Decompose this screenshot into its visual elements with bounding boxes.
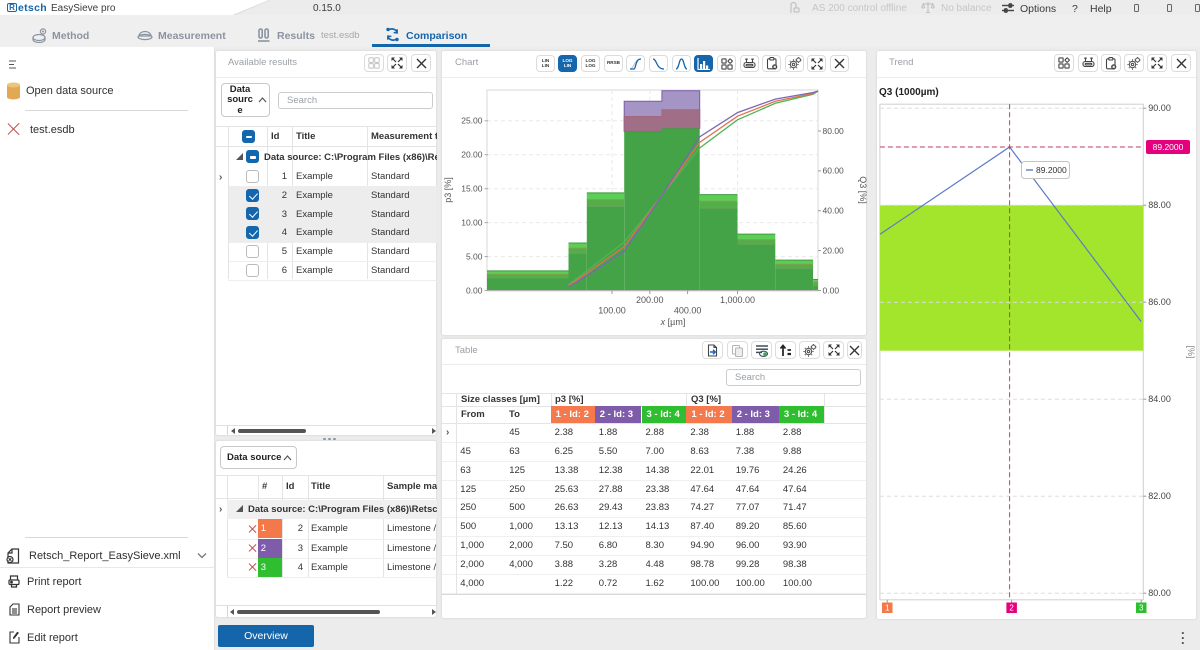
svg-text:100.00: 100.00: [598, 306, 626, 316]
svg-text:[%]: [%]: [1186, 345, 1196, 358]
svg-text:82.00: 82.00: [1148, 491, 1171, 501]
svg-text:10.00: 10.00: [461, 217, 483, 227]
svg-text:0.00: 0.00: [823, 285, 840, 295]
svg-text:60.00: 60.00: [823, 166, 845, 176]
svg-text:15.00: 15.00: [461, 184, 483, 194]
svg-text:89.2000: 89.2000: [1036, 165, 1067, 175]
svg-text:80.00: 80.00: [1148, 588, 1171, 598]
svg-text:86.00: 86.00: [1148, 297, 1171, 307]
svg-text:90.00: 90.00: [1148, 103, 1171, 113]
svg-text:1,000.00: 1,000.00: [720, 295, 755, 305]
svg-text:2: 2: [1009, 604, 1014, 613]
svg-text:40.00: 40.00: [823, 206, 845, 216]
svg-text:20.00: 20.00: [461, 150, 483, 160]
svg-text:400.00: 400.00: [674, 306, 702, 316]
svg-text:1: 1: [885, 604, 890, 613]
svg-text:5.00: 5.00: [466, 251, 483, 261]
svg-text:88.00: 88.00: [1148, 200, 1171, 210]
svg-text:x [µm]: x [µm]: [660, 317, 686, 327]
svg-text:80.00: 80.00: [823, 126, 845, 136]
svg-text:0.00: 0.00: [466, 285, 483, 295]
svg-text:p3 [%]: p3 [%]: [443, 177, 453, 203]
svg-text:20.00: 20.00: [823, 245, 845, 255]
svg-text:25.00: 25.00: [461, 116, 483, 126]
svg-text:3: 3: [1139, 604, 1144, 613]
svg-text:84.00: 84.00: [1148, 394, 1171, 404]
svg-text:89.2000: 89.2000: [1153, 142, 1184, 152]
svg-text:Q3 [%]: Q3 [%]: [858, 176, 867, 204]
svg-text:200.00: 200.00: [636, 295, 664, 305]
